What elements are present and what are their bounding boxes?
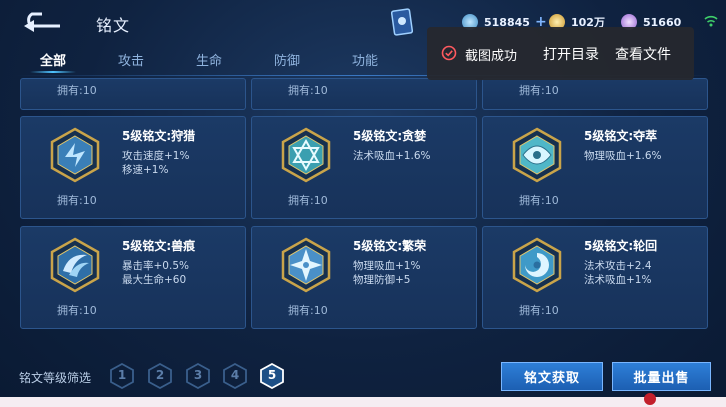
owned-count: 拥有:10 xyxy=(519,194,559,207)
tab-attack[interactable]: 攻击 xyxy=(118,50,144,69)
inscription-stat: 攻击速度+1% xyxy=(122,150,190,162)
level-filter-5[interactable]: 5 xyxy=(260,362,284,390)
level-number: 3 xyxy=(193,368,203,382)
level-number: 1 xyxy=(117,368,127,382)
owned-count: 拥有:10 xyxy=(519,84,559,97)
inscription-stat: 法术吸血+1.6% xyxy=(353,150,431,162)
open-folder-link[interactable]: 打开目录 xyxy=(543,44,599,64)
back-arrow-icon[interactable] xyxy=(22,10,64,32)
obtain-inscription-button[interactable]: 铭文获取 xyxy=(501,362,603,391)
tab-all[interactable]: 全部 xyxy=(40,50,66,69)
tab-defense[interactable]: 防御 xyxy=(274,50,300,69)
level-number: 4 xyxy=(230,368,240,382)
inscription-card[interactable]: 5级铭文:轮回 法术攻击+2.4 法术吸血+1% 拥有:10 xyxy=(482,226,708,329)
prosperity-emblem-icon xyxy=(281,237,331,293)
level-filter-1[interactable]: 1 xyxy=(110,362,134,390)
owned-count: 拥有:10 xyxy=(57,84,97,97)
inscription-card[interactable]: 5级铭文:夺萃 物理吸血+1.6% 拥有:10 xyxy=(482,116,708,219)
inscription-stat: 暴击率+0.5% xyxy=(122,260,189,272)
notification-dot xyxy=(644,393,656,405)
inscription-card[interactable]: 5级铭文:贪婪 法术吸血+1.6% 拥有:10 xyxy=(251,116,477,219)
tab-health[interactable]: 生命 xyxy=(196,50,222,69)
inscription-name: 5级铭文:兽痕 xyxy=(122,239,196,253)
page-title: 铭文 xyxy=(96,16,131,35)
inscription-stat: 物理吸血+1.6% xyxy=(584,150,662,162)
level-filter-2[interactable]: 2 xyxy=(148,362,172,390)
inscription-card[interactable]: 5级铭文:狩猎 攻击速度+1% 移速+1% 拥有:10 xyxy=(20,116,246,219)
level-filter-3[interactable]: 3 xyxy=(186,362,210,390)
level-filter-label: 铭文等级筛选 xyxy=(19,371,92,385)
inscription-name: 5级铭文:轮回 xyxy=(584,239,658,253)
bottom-strip xyxy=(0,393,726,407)
tab-utility[interactable]: 功能 xyxy=(352,50,378,69)
owned-count: 拥有:10 xyxy=(57,304,97,317)
batch-sell-button[interactable]: 批量出售 xyxy=(612,362,711,391)
inscription-stat: 物理吸血+1% xyxy=(353,260,421,272)
owned-count: 拥有:10 xyxy=(57,194,97,207)
toast-message: 截图成功 xyxy=(465,49,518,64)
owned-count: 拥有:10 xyxy=(519,304,559,317)
level-number: 5 xyxy=(267,368,277,382)
owned-count: 拥有:10 xyxy=(288,84,328,97)
inscription-stat: 移速+1% xyxy=(122,164,169,176)
greed-emblem-icon xyxy=(281,127,331,183)
view-file-link[interactable]: 查看文件 xyxy=(615,44,671,64)
inscription-stat: 法术吸血+1% xyxy=(584,274,652,286)
level-number: 2 xyxy=(155,368,165,382)
inscription-name: 5级铭文:贪婪 xyxy=(353,129,427,143)
wifi-icon xyxy=(704,15,718,27)
inscription-card[interactable]: 5级铭文:繁荣 物理吸血+1% 物理防御+5 拥有:10 xyxy=(251,226,477,329)
beast-mark-emblem-icon xyxy=(50,237,100,293)
inscription-stat: 法术攻击+2.4 xyxy=(584,260,652,272)
inscription-stat: 物理防御+5 xyxy=(353,274,411,286)
hunting-emblem-icon xyxy=(50,127,100,183)
inscription-card[interactable]: 5级铭文:兽痕 暴击率+0.5% 最大生命+60 拥有:10 xyxy=(20,226,246,329)
reincarnation-emblem-icon xyxy=(512,237,562,293)
plunder-emblem-icon xyxy=(512,127,562,183)
inscription-name: 5级铭文:夺萃 xyxy=(584,129,658,143)
inscription-stat: 最大生命+60 xyxy=(122,274,187,286)
inscription-card-partial[interactable]: 拥有:10 xyxy=(251,78,477,110)
inscription-card-partial[interactable]: 拥有:10 xyxy=(20,78,246,110)
owned-count: 拥有:10 xyxy=(288,304,328,317)
card-book-icon[interactable] xyxy=(391,8,413,36)
owned-count: 拥有:10 xyxy=(288,194,328,207)
bottom-bar: 铭文等级筛选 1 2 3 4 5 铭文获取 批量出售 xyxy=(0,355,726,397)
inscription-name: 5级铭文:繁荣 xyxy=(353,239,427,253)
level-filter-4[interactable]: 4 xyxy=(223,362,247,390)
check-circle-icon xyxy=(441,45,457,61)
screenshot-toast: 截图成功 打开目录 查看文件 xyxy=(427,27,694,80)
inscription-card-partial[interactable]: 拥有:10 xyxy=(482,78,708,110)
inscription-name: 5级铭文:狩猎 xyxy=(122,129,196,143)
active-tab-indicator xyxy=(30,71,76,73)
